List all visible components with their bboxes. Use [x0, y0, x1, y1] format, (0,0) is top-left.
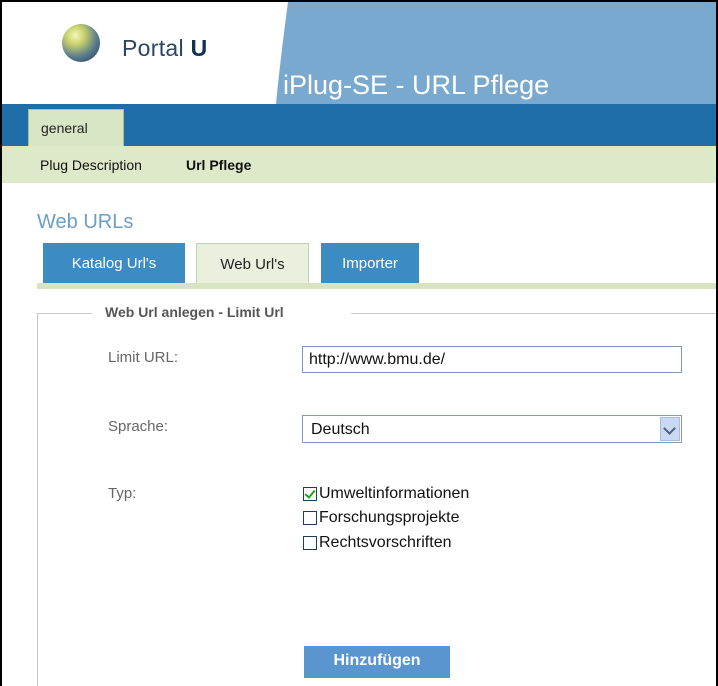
typ-option-forschungsprojekte[interactable]: Forschungsprojekte [303, 508, 460, 528]
limit-url-label: Limit URL: [108, 349, 179, 366]
checkbox-label: Forschungsprojekte [319, 509, 460, 526]
chevron-down-icon [663, 422, 676, 435]
sprache-label: Sprache: [108, 418, 169, 435]
app-title: iPlug-SE - URL Pflege [283, 70, 550, 100]
portalu-globe-icon[interactable] [62, 24, 100, 62]
checkbox-forschungsprojekte[interactable] [303, 511, 317, 525]
page-title: Web URLs [37, 211, 134, 233]
tab-katalog-urls[interactable]: Katalog Url's [43, 243, 185, 283]
fieldset-border-top [37, 313, 92, 314]
fieldset-legend: Web Url anlegen - Limit Url [105, 304, 284, 320]
checkbox-label: Rechtsvorschriften [319, 534, 452, 551]
brand-name: Portal [122, 35, 184, 61]
typ-option-umweltinformationen[interactable]: Umweltinformationen [303, 484, 469, 504]
checkbox-rechtsvorschriften[interactable] [303, 536, 317, 550]
fieldset-border-top-right [351, 313, 716, 314]
checkbox-label: Umweltinformationen [319, 485, 470, 502]
tab-web-urls[interactable]: Web Url's [196, 243, 309, 283]
tab-importer[interactable]: Importer [321, 243, 419, 283]
brand-logo-text[interactable]: Portal U [122, 35, 208, 62]
add-button[interactable]: Hinzufügen [304, 646, 450, 678]
sub-nav-url-pflege[interactable]: Url Pflege [186, 157, 251, 173]
sprache-select[interactable]: Deutsch [302, 415, 682, 443]
fieldset-border-left [37, 313, 38, 686]
nav-tab-general[interactable]: general [28, 109, 124, 146]
sub-nav-plug-description[interactable]: Plug Description [40, 157, 142, 173]
typ-label: Typ: [108, 485, 137, 502]
dropdown-button[interactable] [660, 417, 680, 441]
limit-url-input[interactable] [302, 346, 682, 373]
checkbox-umweltinformationen[interactable] [303, 487, 317, 501]
sprache-selected-value: Deutsch [311, 421, 370, 438]
tab-underline [37, 283, 716, 289]
brand-name-bold: U [190, 35, 208, 61]
typ-option-rechtsvorschriften[interactable]: Rechtsvorschriften [303, 533, 452, 553]
